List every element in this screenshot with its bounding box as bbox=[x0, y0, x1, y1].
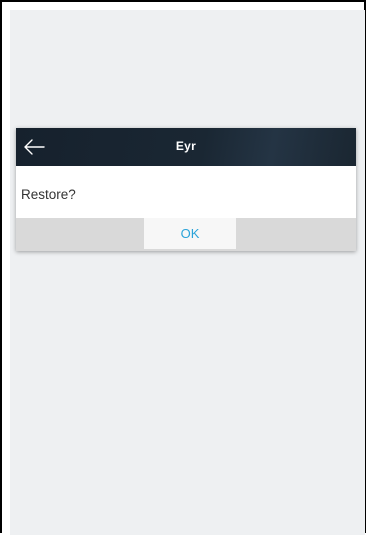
restore-dialog: Eyr Restore? OK bbox=[16, 128, 356, 251]
dialog-header: Eyr bbox=[16, 128, 356, 166]
app-screen bbox=[10, 10, 365, 535]
device-frame: Eyr Restore? OK bbox=[0, 0, 366, 535]
dialog-title: Eyr bbox=[175, 139, 197, 153]
dialog-message: Restore? bbox=[21, 187, 76, 202]
dialog-body: Restore? bbox=[16, 166, 356, 218]
ok-button[interactable]: OK bbox=[144, 218, 236, 249]
dialog-footer: OK bbox=[16, 218, 356, 251]
